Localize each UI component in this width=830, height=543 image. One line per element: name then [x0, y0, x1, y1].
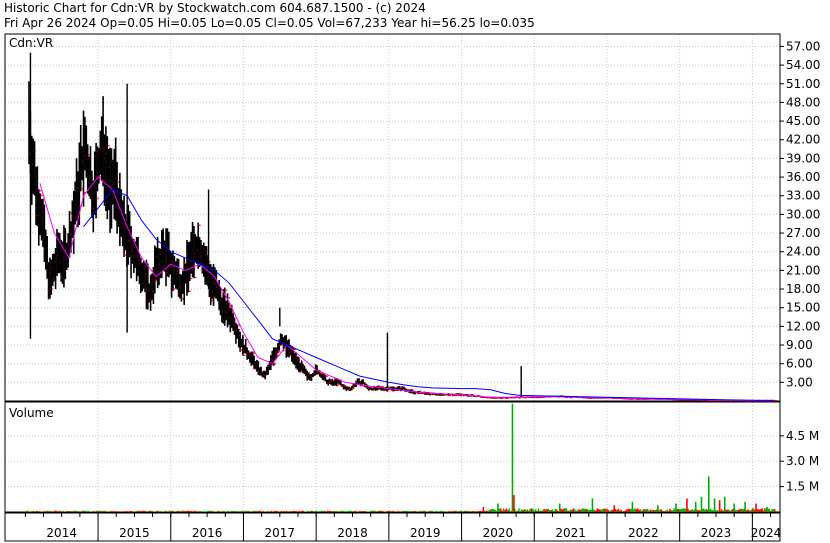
price-tick-label: 6.00	[786, 357, 813, 371]
year-label: 2020	[483, 526, 514, 540]
price-axis: 57.00 54.00 51.00 48.00 45.00 42.00 39.00 36.00…	[780, 39, 820, 389]
price-tick-label: 27.00	[786, 226, 820, 240]
volume-tick-label: 4.5 M	[786, 429, 819, 443]
price-series	[28, 52, 777, 402]
volume-series	[26, 403, 777, 512]
price-tick-label: 30.00	[786, 207, 820, 221]
price-tick-label: 48.00	[786, 95, 820, 109]
price-panel-label: Cdn:VR	[9, 36, 53, 50]
price-tick-label: 57.00	[786, 39, 820, 53]
year-axis: 2014 2015 2016 2017 2018 2019 2020 2021 2022 2023…	[24, 513, 782, 541]
year-label: 2023	[701, 526, 732, 540]
volume-panel-frame	[4, 401, 781, 513]
price-tick-label: 3.00	[786, 375, 813, 389]
price-tick-label: 51.00	[786, 77, 820, 91]
year-label: 2024	[751, 526, 782, 540]
volume-axis: 4.5 M 3.0 M 1.5 M	[780, 429, 819, 494]
year-label: 2018	[337, 526, 368, 540]
price-tick-label: 54.00	[786, 58, 820, 72]
year-label: 2014	[46, 526, 77, 540]
year-label: 2017	[265, 526, 296, 540]
year-label: 2016	[192, 526, 223, 540]
price-tick-label: 45.00	[786, 114, 820, 128]
price-tick-label: 12.00	[786, 319, 820, 333]
price-tick-label: 9.00	[786, 338, 813, 352]
price-tick-label: 15.00	[786, 301, 820, 315]
price-tick-label: 36.00	[786, 170, 820, 184]
price-tick-label: 18.00	[786, 282, 820, 296]
price-tick-label: 24.00	[786, 245, 820, 259]
volume-tick-label: 1.5 M	[786, 480, 819, 494]
price-tick-label: 33.00	[786, 189, 820, 203]
stock-chart: Cdn:VR Volume 57.00 54.00 51.00 48.00 45.00 4…	[4, 33, 820, 542]
volume-panel-label: Volume	[9, 406, 54, 420]
price-tick-label: 42.00	[786, 133, 820, 147]
chart-image: Historic Chart for Cdn:VR by Stockwatch.…	[0, 0, 830, 543]
year-label: 2019	[410, 526, 441, 540]
price-tick-label: 21.00	[786, 263, 820, 277]
price-tick-label: 39.00	[786, 151, 820, 165]
year-label: 2015	[119, 526, 150, 540]
volume-tick-label: 3.0 M	[786, 454, 819, 468]
year-label: 2022	[628, 526, 659, 540]
year-label: 2021	[555, 526, 586, 540]
volume-grid	[5, 402, 780, 512]
